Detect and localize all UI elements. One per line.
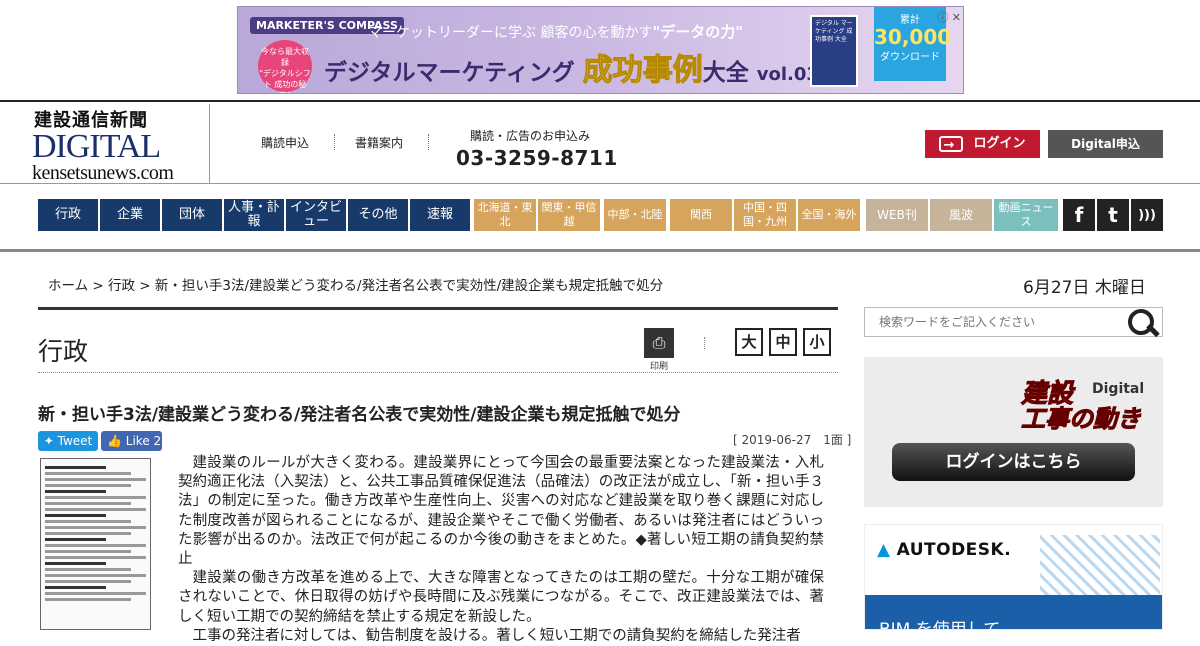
ad-tagline-em: "データの力" [652, 23, 744, 41]
category-tab[interactable]: 行政 [38, 199, 98, 231]
ad-title-post: 大全 [702, 60, 749, 86]
category-tab[interactable]: WEB刊 [866, 199, 928, 231]
ad-title-pre: デジタルマーケティング [324, 60, 575, 86]
category-tab[interactable]: 中国・四国・九州 [734, 199, 796, 231]
font-size-divider [704, 337, 705, 349]
breadcrumb-sep: > [88, 278, 109, 294]
digital-apply-button[interactable]: Digital申込 [1048, 130, 1163, 158]
rss-icon[interactable]: ))) [1131, 199, 1163, 231]
search-box [864, 307, 1163, 337]
login-button-label: ログイン [973, 136, 1026, 151]
article-meta: [ 2019-06-27 1面 ] [733, 433, 852, 447]
section-title: 行政 [38, 337, 89, 366]
logo-digital: DIGITAL [32, 128, 161, 165]
category-tab[interactable]: 動画ニュース [994, 199, 1058, 231]
category-tab[interactable]: インタビュー [286, 199, 346, 231]
sidebar-login-button[interactable]: ログインはこちら [892, 443, 1135, 481]
category-tab[interactable]: 関西 [670, 199, 732, 231]
category-tab[interactable]: 中部・北陸 [604, 199, 666, 231]
ad-title: デジタルマーケティング 成功事例大全 vol.03 [324, 45, 819, 89]
section-dotted-rule [38, 372, 838, 373]
search-icon[interactable] [1126, 306, 1158, 338]
breadcrumb-sep: > [135, 278, 155, 294]
article-paragraph: 建設業の働き方改革を進める上で、大きな障害となってきたのは工期の壁だ。十分な工期… [178, 570, 824, 625]
category-tab[interactable]: 全国・海外 [798, 199, 860, 231]
font-size-large-button[interactable]: 大 [735, 328, 763, 356]
autodesk-logo: ▲ AUTODESK. [877, 540, 1017, 560]
twitter-bird-icon: ✦ [43, 434, 54, 448]
twitter-icon[interactable]: t [1097, 199, 1129, 231]
search-input[interactable] [865, 308, 1127, 336]
category-tab[interactable]: その他 [348, 199, 408, 231]
breadcrumb-home[interactable]: ホーム [48, 278, 88, 294]
autodesk-mark-icon: ▲ [877, 540, 891, 560]
site-header: 建設通信新聞 DIGITAL kensetsunews.com 購読申込 書籍案… [0, 100, 1200, 184]
ad-circle-main: "デジタルシフト 成功の秘密" [259, 69, 311, 93]
ad-badge-number: 30,000 [874, 25, 952, 49]
category-tab[interactable]: 人事・訃報 [224, 199, 284, 231]
category-tab[interactable]: 企業 [100, 199, 160, 231]
tweet-button[interactable]: ✦ Tweet [38, 431, 98, 451]
ad-circle-badge: 今なら最大収録 "デジタルシフト 成功の秘密" 6選 [258, 40, 312, 93]
font-size-medium-button[interactable]: 中 [769, 328, 797, 356]
article-paragraph: 建設業のルールが大きく変わる。建設業界にとって今国会の最重要法案となった建設業法… [178, 455, 824, 568]
ad-title-highlight: 成功事例 [582, 53, 703, 89]
login-button[interactable]: ログイン [925, 130, 1040, 160]
books-link[interactable]: 書籍案内 [355, 134, 403, 151]
breadcrumb-current: 新・担い手3法/建設業どう変わる/発注者名公表で実効性/建設企業も規定抵触で処分 [154, 278, 664, 294]
article-title: 新・担い手3法/建設業どう変わる/発注者名公表で実効性/建設企業も規定抵触で処分 [38, 405, 681, 425]
category-tab[interactable]: 北海道・東北 [474, 199, 536, 231]
ad2-text: BIM を使用して [879, 620, 1001, 630]
like-label: Like 2 [125, 434, 162, 448]
ad-tagline-pre: マーケットリーダーに学ぶ 顧客の心を動かす [368, 25, 653, 41]
contact-label: 購読・広告のお申込み [470, 129, 591, 143]
print-button[interactable]: ⎙ 印刷 [644, 328, 674, 372]
ad1-digital: Digital [1092, 381, 1145, 397]
header-divider [428, 134, 429, 150]
nav-divider [0, 249, 1200, 252]
print-label: 印刷 [649, 362, 668, 372]
thumbs-up-icon: 👍 [107, 434, 122, 448]
breadcrumb-section[interactable]: 行政 [108, 278, 135, 294]
category-tab[interactable]: 関東・甲信越 [538, 199, 600, 231]
ad1-line2: 工事の動き [1021, 405, 1142, 434]
facebook-icon[interactable]: f [1063, 199, 1095, 231]
ad-tagline: マーケットリーダーに学ぶ 顧客の心を動かす"データの力" [368, 21, 743, 42]
ad-badge-bottom: ダウンロード [880, 52, 940, 63]
facebook-like-button[interactable]: 👍 Like 2 [101, 431, 162, 451]
tweet-label: Tweet [57, 434, 93, 448]
logo-url: kensetsunews.com [32, 162, 174, 184]
login-icon [939, 132, 964, 160]
category-tab[interactable]: 風波 [930, 199, 992, 231]
sidebar-ad-autodesk[interactable]: ▲ AUTODESK. BIM を使用して [864, 524, 1163, 630]
subscribe-link[interactable]: 購読申込 [261, 134, 309, 151]
font-size-small-button[interactable]: 小 [803, 328, 831, 356]
ad-book-image: デジタル マーケティング 成功事例 大全 [810, 15, 858, 87]
contact-phone[interactable]: 03-3259-8711 [456, 146, 618, 170]
autodesk-brand: AUTODESK. [896, 540, 1012, 560]
ad-circle-top: 今なら最大収録 [261, 47, 309, 67]
article-body: 建設業のルールが大きく変わる。建設業界にとって今国会の最重要法案となった建設業法… [178, 454, 824, 646]
ad-close-icon[interactable]: ⓘ ✕ [933, 9, 961, 24]
article-thumbnail[interactable] [40, 458, 151, 630]
current-date: 6月27日 木曜日 [1023, 278, 1146, 298]
section-rule [38, 307, 838, 310]
top-ad-banner[interactable]: MARKETER'S COMPASS 今なら最大収録 "デジタルシフト 成功の秘… [237, 6, 964, 94]
category-tab[interactable]: 団体 [162, 199, 222, 231]
header-divider [334, 134, 335, 150]
category-tab[interactable]: 速報 [410, 199, 470, 231]
printer-icon: ⎙ [644, 328, 674, 358]
site-logo[interactable]: 建設通信新聞 DIGITAL kensetsunews.com [30, 104, 210, 184]
sidebar-ad-construction[interactable]: 建設 Digital 工事の動き ログインはこちら [864, 357, 1163, 507]
breadcrumb: ホーム > 行政 > 新・担い手3法/建設業どう変わる/発注者名公表で実効性/建… [48, 274, 663, 294]
